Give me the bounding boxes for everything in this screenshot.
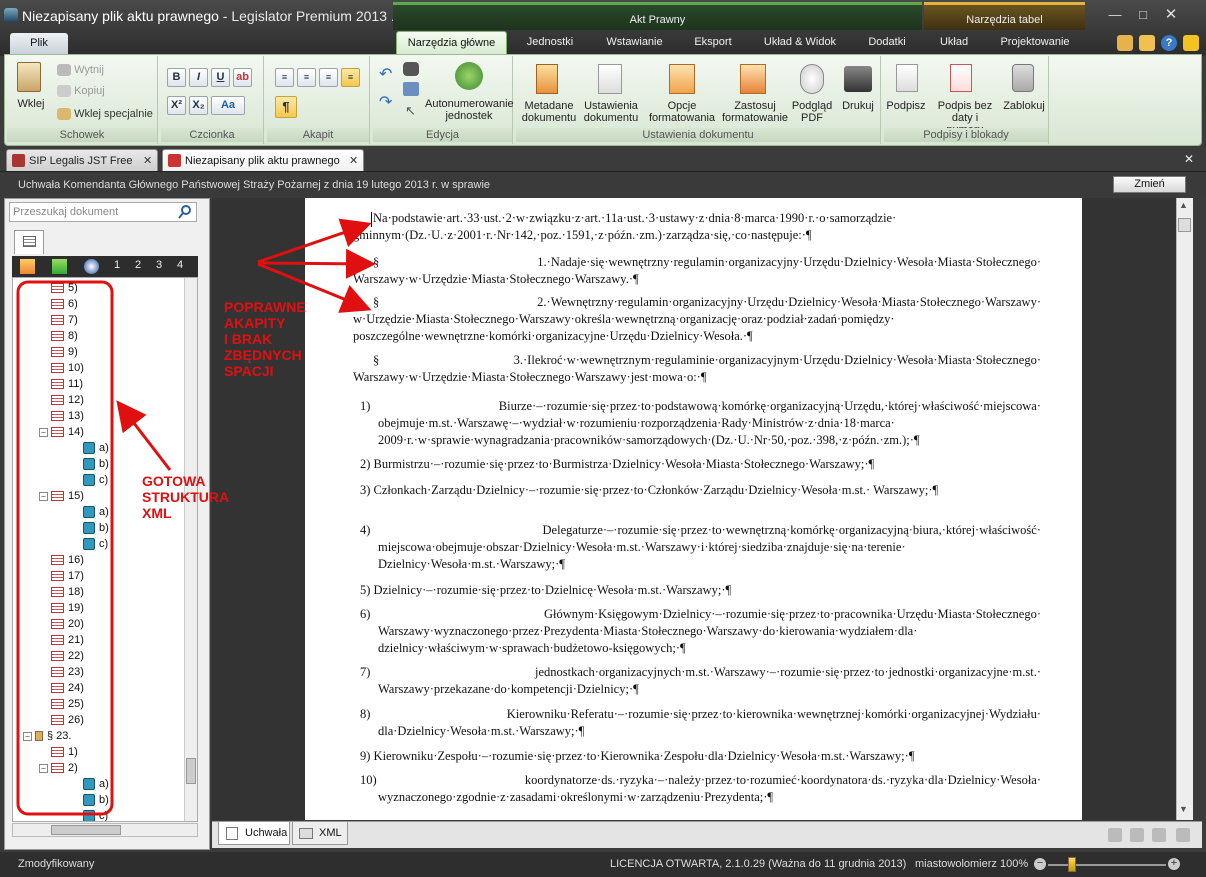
annotation-xml-line-3: XML xyxy=(142,505,172,521)
zoom-in-icon[interactable]: + xyxy=(1168,858,1180,870)
annotation-paragraphs-line-3: I BRAK xyxy=(224,331,273,347)
annotation-arrows xyxy=(16,218,376,816)
annotation-paragraphs-line-5: SPACJI xyxy=(224,363,274,379)
view-tabs xyxy=(212,821,1202,848)
status-modified: Zmodyfikowany xyxy=(18,858,95,870)
signature-status-icon[interactable] xyxy=(1108,828,1122,842)
annotation-paragraphs-line-1: POPRAWNE xyxy=(224,299,306,315)
xml-icon xyxy=(299,828,313,839)
annotation-xml-line-1: GOTOWA xyxy=(142,473,206,489)
lock-status-icon[interactable] xyxy=(1176,828,1190,842)
annotation-paragraphs: POPRAWNE AKAPITY I BRAK ZBĘDNYCH SPACJI xyxy=(224,299,306,379)
arrow-to-tree xyxy=(116,400,172,471)
annotation-xml-line-2: STRUKTURA xyxy=(142,489,230,505)
status-bar: Zmodyfikowany LICENCJA OTWARTA, 2.1.0.29… xyxy=(0,852,1206,877)
validate-icon[interactable] xyxy=(1152,828,1166,842)
arrow-to-paragraph-1 xyxy=(257,218,372,264)
zoom-slider[interactable] xyxy=(1048,864,1166,866)
status-license: LICENCJA OTWARTA, 2.1.0.29 (Ważna do 11 … xyxy=(610,858,907,870)
annotation-paragraphs-line-2: AKAPITY xyxy=(224,315,286,331)
tab-xml-view[interactable]: XML xyxy=(292,822,348,845)
zoom-level: 100% xyxy=(1000,858,1029,870)
tab-uchwala-view[interactable]: Uchwała xyxy=(218,822,290,845)
annotation-xml-structure: GOTOWA STRUKTURA XML xyxy=(142,473,229,521)
tree-highlight-box xyxy=(16,280,114,816)
zoom-out-icon[interactable]: − xyxy=(1034,858,1046,870)
arrow-to-paragraph-2 xyxy=(257,248,376,279)
zoom-slider-thumb[interactable] xyxy=(1068,857,1076,872)
annotation-paragraphs-line-4: ZBĘDNYCH xyxy=(224,347,302,363)
status-user: miastowolomierz xyxy=(915,858,997,870)
document-view-icon xyxy=(226,827,238,840)
tab-xml-label: XML xyxy=(319,827,342,839)
tab-uchwala-label: Uchwała xyxy=(245,827,288,839)
signature-status-icon[interactable] xyxy=(1130,828,1144,842)
